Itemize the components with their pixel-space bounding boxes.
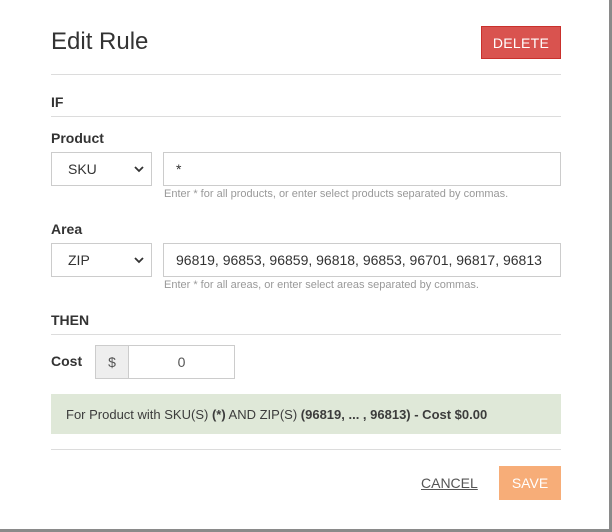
product-input[interactable]: *: [163, 152, 561, 186]
chevron-down-icon: [134, 257, 144, 264]
rule-summary: For Product with SKU(S) (*) AND ZIP(S) (…: [51, 394, 561, 434]
then-heading: THEN: [51, 312, 90, 328]
summary-prefix: For Product with SKU(S): [66, 406, 212, 422]
if-divider: [51, 116, 561, 117]
product-type-select[interactable]: SKU: [51, 152, 152, 186]
cost-label: Cost: [51, 353, 83, 369]
edit-rule-dialog: Edit Rule DELETE IF Product SKU * Enter …: [0, 0, 609, 529]
area-label: Area: [51, 221, 83, 237]
dialog-title: Edit Rule: [51, 28, 149, 55]
chevron-down-icon: [134, 166, 144, 173]
if-heading: IF: [51, 94, 64, 110]
area-help-text: Enter * for all areas, or enter select a…: [164, 279, 479, 291]
currency-addon: $: [95, 345, 129, 379]
area-input[interactable]: 96819, 96853, 96859, 96818, 96853, 96701…: [163, 243, 561, 277]
product-type-value: SKU: [68, 161, 97, 177]
area-type-select[interactable]: ZIP: [51, 243, 152, 277]
summary-area-value: (96819, ... , 96813) - Cost $0.00: [300, 406, 488, 422]
product-help-text: Enter * for all products, or enter selec…: [164, 188, 509, 200]
summary-product-value: (*): [211, 406, 226, 422]
footer-divider: [51, 449, 561, 450]
cancel-button[interactable]: CANCEL: [421, 475, 478, 491]
then-divider: [51, 334, 561, 335]
header-divider: [51, 74, 561, 75]
save-button[interactable]: SAVE: [499, 466, 561, 500]
product-label: Product: [51, 130, 104, 146]
delete-button[interactable]: DELETE: [481, 26, 561, 59]
cost-input[interactable]: 0: [128, 345, 235, 379]
summary-middle: AND ZIP(S): [225, 406, 301, 422]
area-type-value: ZIP: [68, 252, 90, 268]
